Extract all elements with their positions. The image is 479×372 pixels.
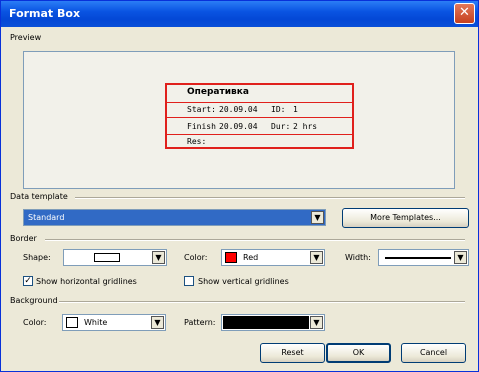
border-color-label: Color: xyxy=(184,253,208,262)
cancel-button[interactable]: Cancel xyxy=(401,343,466,363)
preview-finish-value: 20.09.04 xyxy=(219,122,258,131)
rectangle-shape-icon xyxy=(94,253,120,262)
border-color-value: Red xyxy=(243,253,259,262)
preview-id-value: 1 xyxy=(293,105,298,114)
background-color-label: Color: xyxy=(23,318,47,327)
border-label: Border xyxy=(10,234,37,243)
divider xyxy=(45,239,465,241)
preview-start-label: Start: xyxy=(187,105,216,114)
preview-start-value: 20.09.04 xyxy=(219,105,258,114)
ok-button[interactable]: OK xyxy=(326,343,391,363)
show-horizontal-label: Show horizontal gridlines xyxy=(36,277,137,286)
preview-gridline xyxy=(167,102,352,103)
preview-gridline xyxy=(167,134,352,135)
preview-id-label: ID: xyxy=(271,105,286,114)
width-select[interactable]: ▼ xyxy=(378,249,469,266)
background-label: Background xyxy=(10,296,58,305)
title-bar[interactable]: Format Box ✕ xyxy=(1,1,478,27)
pattern-label: Pattern: xyxy=(184,318,216,327)
show-vertical-checkbox[interactable] xyxy=(184,276,194,286)
data-template-label: Data template xyxy=(10,192,68,201)
background-color-select[interactable]: White ▼ xyxy=(62,314,166,331)
preview-label: Preview xyxy=(10,33,42,42)
shape-label: Shape: xyxy=(23,253,51,262)
color-swatch xyxy=(225,252,237,263)
close-button[interactable]: ✕ xyxy=(454,3,475,24)
chevron-down-icon[interactable]: ▼ xyxy=(310,251,323,264)
reset-button[interactable]: Reset xyxy=(260,343,325,363)
chevron-down-icon[interactable]: ▼ xyxy=(151,316,164,329)
shape-select[interactable]: ▼ xyxy=(63,249,167,266)
chevron-down-icon[interactable]: ▼ xyxy=(454,251,467,264)
data-template-value: Standard xyxy=(28,213,65,222)
preview-finish-label: Finish xyxy=(187,122,216,131)
preview-node: Оперативка Start: 20.09.04 ID: 1 Finish … xyxy=(165,83,354,149)
background-color-value: White xyxy=(84,318,108,327)
width-label: Width: xyxy=(345,253,371,262)
preview-box: Оперативка Start: 20.09.04 ID: 1 Finish … xyxy=(23,51,455,189)
chevron-down-icon[interactable]: ▼ xyxy=(152,251,165,264)
format-box-dialog: Format Box ✕ Preview Оперативка Start: 2… xyxy=(0,0,479,372)
border-color-select[interactable]: Red ▼ xyxy=(221,249,325,266)
data-template-select[interactable]: Standard ▼ xyxy=(23,209,326,226)
divider xyxy=(59,301,465,303)
pattern-select[interactable]: ▼ xyxy=(221,314,325,331)
chevron-down-icon[interactable]: ▼ xyxy=(310,316,323,329)
divider xyxy=(75,197,465,199)
show-horizontal-checkbox[interactable]: ✓ xyxy=(23,276,33,286)
close-icon: ✕ xyxy=(459,5,470,20)
color-swatch xyxy=(66,317,78,328)
pattern-swatch xyxy=(223,316,309,329)
more-templates-button[interactable]: More Templates... xyxy=(342,208,469,228)
chevron-down-icon[interactable]: ▼ xyxy=(311,211,324,224)
window-title: Format Box xyxy=(9,7,81,20)
line-width-icon xyxy=(385,257,451,259)
preview-node-title: Оперативка xyxy=(187,87,249,97)
preview-res-label: Res: xyxy=(187,137,207,146)
preview-dur-value: 2 hrs xyxy=(293,122,318,131)
show-vertical-label: Show vertical gridlines xyxy=(198,277,289,286)
preview-gridline xyxy=(167,117,352,118)
preview-dur-label: Dur: xyxy=(271,122,291,131)
